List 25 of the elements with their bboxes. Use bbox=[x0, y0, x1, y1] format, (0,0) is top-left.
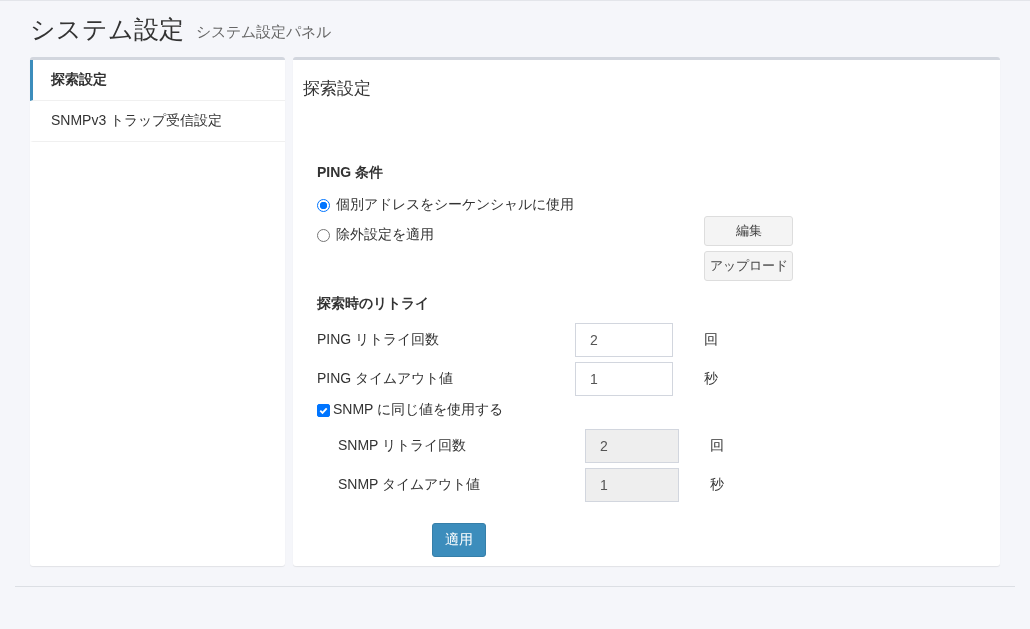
page-title: システム設定 bbox=[30, 13, 184, 45]
field-label: PING タイムアウト値 bbox=[317, 370, 455, 388]
page-subtitle: システム設定パネル bbox=[196, 21, 331, 42]
section-heading: PING 条件 bbox=[317, 164, 385, 182]
sidebar-item[interactable]: SNMPv3 トラップ受信設定 bbox=[30, 101, 285, 142]
action-button[interactable]: アップロード bbox=[704, 251, 793, 281]
radio-button[interactable] bbox=[317, 198, 330, 212]
field-label: PING リトライ回数 bbox=[317, 331, 441, 349]
sidebar-item[interactable]: 探索設定 bbox=[30, 60, 285, 101]
action-button[interactable]: 編集 bbox=[704, 216, 793, 246]
unit-label: 秒 bbox=[704, 370, 718, 388]
panel-title: 探索設定 bbox=[302, 78, 372, 100]
section-heading: 探索時のリトライ bbox=[317, 295, 430, 313]
radio-label: 個別アドレスをシーケンシャルに使用 bbox=[336, 196, 574, 214]
field-label: SNMP タイムアウト値 bbox=[338, 476, 482, 494]
field-label: SNMP リトライ回数 bbox=[338, 437, 468, 455]
checkbox[interactable] bbox=[317, 403, 330, 417]
unit-label: 秒 bbox=[710, 476, 724, 494]
radio-label: 除外設定を適用 bbox=[336, 226, 434, 244]
unit-label: 回 bbox=[710, 437, 724, 455]
checkbox-label: SNMP に同じ値を使用する bbox=[333, 401, 504, 419]
input-field[interactable]: 1 bbox=[575, 362, 673, 396]
unit-label: 回 bbox=[704, 331, 718, 349]
input-field[interactable]: 2 bbox=[575, 323, 673, 357]
apply-button[interactable]: 適用 bbox=[432, 523, 486, 557]
